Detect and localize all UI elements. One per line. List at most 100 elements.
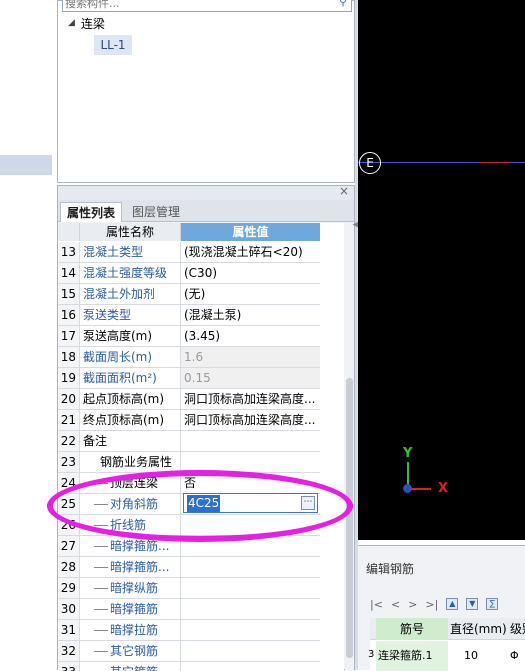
- tree-connector: [94, 651, 108, 652]
- property-value[interactable]: 洞口顶标高加连梁高度...: [181, 389, 320, 409]
- column-header-diameter[interactable]: 直径(mm): [448, 618, 508, 640]
- first-record-button[interactable]: |<: [370, 598, 383, 611]
- table-row[interactable]: 13 混凝土类型 (现浇混凝土碎石<20): [58, 242, 320, 263]
- origin-icon: [403, 484, 412, 493]
- ellipsis-button[interactable]: ⋯: [301, 496, 315, 510]
- table-row[interactable]: 28 暗撑箍筋...: [58, 557, 320, 578]
- property-value[interactable]: 1.6: [181, 347, 320, 367]
- column-header-bar-no[interactable]: 筋号: [376, 618, 448, 640]
- property-value[interactable]: 0.15: [181, 368, 320, 388]
- property-value[interactable]: [181, 641, 320, 661]
- property-name: 混凝土类型: [80, 242, 181, 262]
- search-icon[interactable]: ⚲: [339, 0, 347, 8]
- left-gutter: [0, 0, 55, 670]
- rebar-grid: 筋号 直径(mm) 级别 3 连梁箍筋.1 10 Φ: [368, 618, 525, 671]
- edit-field-value[interactable]: 4C25: [187, 495, 221, 512]
- property-name: 终点顶标高(m): [80, 410, 181, 430]
- row-number: 13: [58, 242, 80, 262]
- delete-row-icon[interactable]: ▼: [466, 598, 479, 610]
- tree-connector: [94, 567, 108, 568]
- cell-diameter[interactable]: 10: [448, 641, 508, 671]
- next-record-button[interactable]: >: [408, 598, 417, 611]
- drawing-canvas[interactable]: [358, 0, 525, 540]
- tree-connector: [94, 630, 108, 631]
- tool-icon[interactable]: ∑: [486, 598, 499, 610]
- cell-grade[interactable]: Φ: [510, 641, 525, 671]
- tree-node-ll-1[interactable]: LL-1: [94, 35, 132, 55]
- grid-header: 属性名称 属性值: [58, 223, 344, 241]
- close-icon[interactable]: ×: [339, 184, 349, 198]
- property-name: 混凝土外加剂: [80, 284, 181, 304]
- table-row[interactable]: 15 混凝土外加剂 (无): [58, 284, 320, 305]
- tree-connector: [94, 609, 108, 610]
- table-row[interactable]: 31 暗撑拉筋: [58, 620, 320, 641]
- table-row[interactable]: 20 起点顶标高(m) 洞口顶标高加连梁高度...: [58, 389, 320, 410]
- property-value[interactable]: [181, 431, 320, 451]
- property-value[interactable]: [181, 578, 320, 598]
- row-number: 28: [58, 557, 80, 577]
- axis-marker-e[interactable]: E: [359, 152, 381, 174]
- row-number-header: [58, 223, 80, 241]
- property-grid: 属性名称 属性值 13 混凝土类型 (现浇混凝土碎石<20) 14 混凝土强度等级 (C3…: [58, 223, 344, 671]
- property-value[interactable]: (3.45): [181, 326, 320, 346]
- table-row[interactable]: 21 终点顶标高(m) 洞口顶标高加连梁高度...: [58, 410, 320, 431]
- cell-bar-name[interactable]: 连梁箍筋.1: [376, 641, 448, 671]
- row-number: 23: [58, 452, 80, 472]
- row-number: 27: [58, 536, 80, 556]
- property-name: 起点顶标高(m): [80, 389, 181, 409]
- prev-record-button[interactable]: <: [391, 598, 400, 611]
- row-number: 16: [58, 305, 80, 325]
- table-row[interactable]: 19 截面面积(m²) 0.15: [58, 368, 320, 389]
- value-edit-field[interactable]: 4C25 ⋯: [183, 493, 318, 513]
- table-row[interactable]: 30 暗撑箍筋: [58, 599, 320, 620]
- table-row[interactable]: 22 备注: [58, 431, 320, 452]
- property-value[interactable]: [181, 620, 320, 640]
- left-nav-selected-item[interactable]: [0, 155, 52, 175]
- row-number: 31: [58, 620, 80, 640]
- table-row[interactable]: 17 泵送高度(m) (3.45): [58, 326, 320, 347]
- column-header-value[interactable]: 属性值: [181, 223, 320, 241]
- row-number: 32: [58, 641, 80, 661]
- row-number: 29: [58, 578, 80, 598]
- panel-header: ×: [58, 184, 354, 200]
- search-box[interactable]: ⚲: [62, 0, 352, 12]
- insert-row-icon[interactable]: ▲: [446, 598, 459, 610]
- tab-property-list[interactable]: 属性列表: [60, 202, 123, 222]
- row-number: 17: [58, 326, 80, 346]
- property-value[interactable]: 洞口顶标高加连梁高度...: [181, 410, 320, 430]
- beam-segment[interactable]: [480, 162, 510, 163]
- table-row[interactable]: 3 连梁箍筋.1 10 Φ: [368, 641, 525, 671]
- property-value[interactable]: (无): [181, 284, 320, 304]
- last-record-button[interactable]: >|: [425, 598, 438, 611]
- property-name: 泵送高度(m): [80, 326, 181, 346]
- rebar-toolbar: |< < > >| ▲ ▼ ∑: [370, 594, 525, 614]
- x-axis-label: X: [438, 481, 449, 496]
- column-header-name[interactable]: 属性名称: [80, 223, 181, 241]
- row-number: 30: [58, 599, 80, 619]
- table-row[interactable]: 16 泵送类型 (混凝土泵): [58, 305, 320, 326]
- row-number: 19: [58, 368, 80, 388]
- tree-connector: [94, 546, 108, 547]
- scrollbar-thumb[interactable]: [346, 378, 353, 658]
- property-value[interactable]: [181, 599, 320, 619]
- property-value[interactable]: (C30): [181, 263, 320, 283]
- tree-node-lianliang[interactable]: ◢ 连梁: [68, 15, 105, 31]
- table-row[interactable]: 18 截面周长(m) 1.6: [58, 347, 320, 368]
- column-header-grade[interactable]: 级别: [510, 618, 525, 640]
- tab-layer-management[interactable]: 图层管理: [126, 202, 186, 222]
- search-input[interactable]: [63, 0, 323, 11]
- expand-triangle-icon[interactable]: ◢: [68, 18, 75, 28]
- row-number: 20: [58, 389, 80, 409]
- property-value[interactable]: (现浇混凝土碎石<20): [181, 242, 320, 262]
- property-name: 泵送类型: [80, 305, 181, 325]
- table-row[interactable]: 32 其它钢筋: [58, 641, 320, 662]
- property-value[interactable]: (混凝土泵): [181, 305, 320, 325]
- property-panel: × 属性列表 图层管理 属性名称 属性值 13 混凝土类型 (现浇混凝土碎石<20)…: [57, 184, 355, 671]
- tree-node-label: 连梁: [80, 16, 105, 31]
- table-row[interactable]: 14 混凝土强度等级 (C30): [58, 263, 320, 284]
- property-value[interactable]: [181, 557, 320, 577]
- vertical-scrollbar[interactable]: [345, 223, 354, 671]
- tree-connector: [94, 588, 108, 589]
- property-value[interactable]: [181, 452, 320, 472]
- table-row[interactable]: 29 暗撑纵筋: [58, 578, 320, 599]
